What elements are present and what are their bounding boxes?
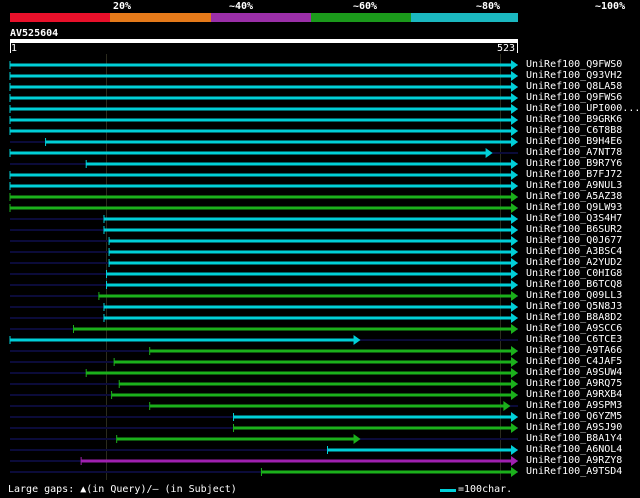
hit-label[interactable]: UniRef100_A9RXB4 (526, 389, 622, 400)
hit-arrow (511, 170, 518, 180)
hit-arrow (511, 313, 518, 323)
hit-arrow (511, 247, 518, 257)
hit-label[interactable]: UniRef100_A5AZ38 (526, 191, 622, 202)
identity-label-40: ~40% (229, 1, 254, 12)
hit-label[interactable]: UniRef100_Q9FWS0 (526, 59, 622, 70)
hit-label[interactable]: UniRef100_Q8LA58 (526, 81, 622, 92)
hit-label[interactable]: UniRef100_C6TCE3 (526, 334, 622, 345)
hit-arrow (503, 401, 511, 411)
hit-label[interactable]: UniRef100_B8A1Y4 (526, 433, 622, 444)
scale-segment-80 (310, 13, 412, 22)
hit-arrow (511, 368, 518, 378)
gaps-legend: Large gaps: ▲(in Query)/– (in Subject) (8, 484, 237, 495)
identity-scale-labels: 20% ~40% ~60% ~80% ~100% (0, 0, 640, 13)
hit-label[interactable]: UniRef100_A9SUW4 (526, 367, 622, 378)
scale-segment-40 (110, 13, 211, 22)
scale-segment-20 (10, 13, 111, 22)
hit-arrow (511, 71, 518, 81)
hit-arrow (511, 93, 518, 103)
hit-arrow (353, 335, 361, 345)
hit-label[interactable]: UniRef100_B6TCQ8 (526, 279, 622, 290)
hit-arrow (511, 225, 518, 235)
query-name: AV525604 (10, 28, 59, 39)
hit-arrow (511, 214, 518, 224)
hit-label[interactable]: UniRef100_A3BSC4 (526, 246, 622, 257)
grid-line (500, 54, 501, 480)
hit-arrow (511, 324, 518, 334)
hit-label[interactable]: UniRef100_C0HIG8 (526, 268, 622, 279)
hit-label[interactable]: UniRef100_A9SPM3 (526, 400, 622, 411)
hit-arrow (511, 181, 518, 191)
hit-label[interactable]: UniRef100_A9SCC6 (526, 323, 622, 334)
hit-arrow (511, 104, 518, 114)
hit-label[interactable]: UniRef100_Q5N8J3 (526, 301, 622, 312)
hit-arrow (511, 126, 518, 136)
hit-arrow (511, 159, 518, 169)
hit-label[interactable]: UniRef100_Q3S4H7 (526, 213, 622, 224)
hit-arrow (485, 148, 493, 158)
scale-legend-text: =100char. (458, 484, 513, 495)
hit-label[interactable]: UniRef100_Q6YZM5 (526, 411, 622, 422)
hit-arrow (511, 346, 518, 356)
hit-label[interactable]: UniRef100_Q9FWS6 (526, 92, 622, 103)
hit-label[interactable]: UniRef100_A9TA66 (526, 345, 622, 356)
hit-arrow (511, 203, 518, 213)
hit-label[interactable]: UniRef100_A9NUL3 (526, 180, 622, 191)
query-start: 1 (11, 43, 18, 54)
hit-arrow (511, 357, 518, 367)
hit-label[interactable]: UniRef100_A6NOL4 (526, 444, 622, 455)
query-end: 523 (497, 43, 516, 54)
query-end-tick (517, 43, 518, 53)
hit-arrow (353, 434, 361, 444)
grid-line (106, 54, 107, 480)
hit-label[interactable]: UniRef100_A9TSD4 (526, 466, 622, 477)
identity-label-80: ~80% (476, 1, 501, 12)
hit-arrow (511, 137, 518, 147)
hit-label[interactable]: UniRef100_Q93VH2 (526, 70, 622, 81)
identity-label-100: ~100% (595, 1, 626, 12)
hit-label[interactable]: UniRef100_UPI000... (526, 103, 640, 114)
hit-label[interactable]: UniRef100_B6SUR2 (526, 224, 622, 235)
hit-label[interactable]: UniRef100_B9R7Y6 (526, 158, 622, 169)
hit-arrow (511, 467, 518, 477)
identity-label-60: ~60% (353, 1, 378, 12)
hit-label[interactable]: UniRef100_C6T8B8 (526, 125, 622, 136)
hit-arrow (511, 423, 518, 433)
hit-label[interactable]: UniRef100_A2YUD2 (526, 257, 622, 268)
hit-label[interactable]: UniRef100_A7NT78 (526, 147, 622, 158)
hit-arrow (511, 192, 518, 202)
hit-label[interactable]: UniRef100_A9SJ90 (526, 422, 622, 433)
hit-arrow (511, 269, 518, 279)
hit-arrow (511, 280, 518, 290)
hit-label[interactable]: UniRef100_A9RQ75 (526, 378, 622, 389)
hit-label[interactable]: UniRef100_Q0J677 (526, 235, 622, 246)
hit-arrow (511, 379, 518, 389)
hit-arrow (511, 291, 518, 301)
hit-arrow (511, 60, 518, 70)
hit-arrow (511, 236, 518, 246)
hit-label[interactable]: UniRef100_Q09LL3 (526, 290, 622, 301)
scale-segment-60 (210, 13, 311, 22)
hit-label[interactable]: UniRef100_B9H4E6 (526, 136, 622, 147)
hit-label[interactable]: UniRef100_Q9LW93 (526, 202, 622, 213)
hit-arrow (511, 115, 518, 125)
hit-arrow (511, 445, 518, 455)
identity-label-20: 20% (113, 1, 132, 12)
hit-arrow (511, 82, 518, 92)
hit-arrow (511, 258, 518, 268)
hit-label[interactable]: UniRef100_B9GRK6 (526, 114, 622, 125)
hit-arrow (511, 390, 518, 400)
scale-segment-100 (411, 13, 519, 22)
scale-legend-sample (440, 489, 456, 492)
hit-arrow (511, 456, 518, 466)
hit-label[interactable]: UniRef100_A9RZY8 (526, 455, 622, 466)
hit-label[interactable]: UniRef100_B7FJ72 (526, 169, 622, 180)
query-bar (10, 39, 518, 43)
identity-color-scale (10, 13, 519, 22)
hit-label[interactable]: UniRef100_B8A8D2 (526, 312, 622, 323)
hit-arrow (511, 412, 518, 422)
hit-arrow (511, 302, 518, 312)
hit-label[interactable]: UniRef100_C4JAF5 (526, 356, 622, 367)
